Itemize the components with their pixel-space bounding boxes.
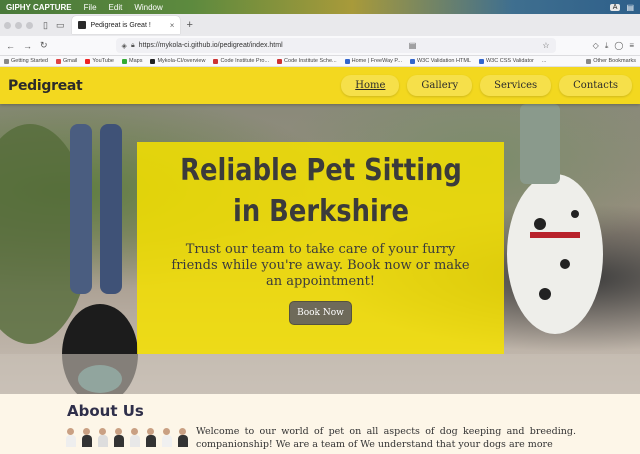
- team-member: [146, 428, 156, 448]
- control-center-icon[interactable]: ▤: [626, 3, 634, 12]
- nav-home[interactable]: Home: [341, 75, 400, 96]
- input-source-badge[interactable]: A: [609, 3, 621, 11]
- close-tab-icon[interactable]: ×: [170, 21, 175, 30]
- menu-window[interactable]: Window: [134, 3, 162, 12]
- pocket-icon[interactable]: ◇: [593, 41, 599, 51]
- shield-icon[interactable]: ◈: [122, 42, 127, 50]
- window-controls: [4, 21, 33, 29]
- bookmark-item[interactable]: W3C CSS Validator: [478, 58, 534, 64]
- about-text: Welcome to our world of pet on all aspec…: [196, 426, 576, 450]
- bookmark-item[interactable]: W3C Validation HTML: [409, 58, 471, 64]
- about-title: About Us: [67, 402, 144, 420]
- bookmark-item[interactable]: Gmail: [56, 58, 77, 64]
- app-menu-icon[interactable]: ≡: [629, 41, 634, 51]
- tab-favicon: [78, 21, 87, 29]
- team-member: [114, 428, 124, 448]
- other-bookmarks[interactable]: Other Bookmarks: [586, 58, 636, 64]
- site-header: Pedigreat Home Gallery Services Contacts: [0, 67, 640, 104]
- browser-tab-strip: ▯ ▭ Pedigreat is Great ! × +: [0, 14, 640, 36]
- browser-nav-bar: ← → ↻ ◈ 🔒︎ https://mykola-ci.github.io/p…: [0, 36, 640, 56]
- account-icon[interactable]: ◯: [614, 41, 623, 51]
- close-window-button[interactable]: [4, 21, 11, 29]
- hero-title: Reliable Pet Sitting in Berkshire: [179, 153, 462, 229]
- forward-arrow-icon[interactable]: →: [23, 41, 32, 51]
- hero-subtitle: Trust our team to take care of your furr…: [171, 242, 470, 289]
- downloads-icon[interactable]: ⤓: [605, 41, 609, 51]
- hero-section: Reliable Pet Sitting in Berkshire Trust …: [0, 104, 640, 394]
- url-text[interactable]: https://mykola-ci.github.io/pedigreat/in…: [139, 42, 283, 49]
- bookmark-item[interactable]: Getting Started: [4, 58, 48, 64]
- team-member: [66, 428, 76, 448]
- bookmark-star-icon[interactable]: ☆: [542, 41, 549, 50]
- team-member: [130, 428, 140, 448]
- nav-gallery[interactable]: Gallery: [407, 75, 473, 96]
- team-member: [178, 428, 188, 448]
- bookmark-item[interactable]: Mykola-CI/overview: [150, 58, 205, 64]
- team-member: [162, 428, 172, 448]
- app-name[interactable]: GIPHY CAPTURE: [6, 3, 72, 12]
- sidebar-toggle-icon[interactable]: ▯: [43, 20, 48, 31]
- bookmark-item[interactable]: YouTube: [85, 58, 114, 64]
- bookmark-item[interactable]: Code Institute Sche...: [277, 58, 337, 64]
- reload-icon[interactable]: ↻: [40, 40, 48, 51]
- bookmark-more[interactable]: ...: [542, 58, 547, 64]
- hero-overlay-box: Reliable Pet Sitting in Berkshire Trust …: [137, 142, 504, 354]
- website-viewport: Pedigreat Home Gallery Services Contacts: [0, 67, 640, 454]
- team-member: [98, 428, 108, 448]
- bookmarks-bar: Getting Started Gmail YouTube Maps Mykol…: [0, 56, 640, 67]
- bookmark-item[interactable]: Home | FreeWay P...: [344, 58, 402, 64]
- back-arrow-icon[interactable]: ←: [6, 41, 15, 51]
- book-now-button[interactable]: Book Now: [289, 301, 352, 325]
- bookmark-item[interactable]: Code Institute Pro...: [213, 58, 269, 64]
- maximize-window-button[interactable]: [26, 21, 33, 29]
- about-section: About Us Welcome to our world of pet on …: [0, 394, 640, 454]
- team-member: [82, 428, 92, 448]
- menu-file[interactable]: File: [84, 3, 97, 12]
- browser-tab-active[interactable]: Pedigreat is Great ! ×: [72, 16, 181, 34]
- bookmark-item[interactable]: Maps: [122, 58, 142, 64]
- os-menu-bar: GIPHY CAPTURE File Edit Window A ▤: [0, 0, 640, 14]
- nav-services[interactable]: Services: [480, 75, 552, 96]
- address-bar[interactable]: ◈ 🔒︎ https://mykola-ci.github.io/pedigre…: [115, 38, 556, 53]
- minimize-window-button[interactable]: [15, 21, 22, 29]
- reader-view-icon[interactable]: ▤: [409, 41, 417, 50]
- team-photo: [66, 428, 188, 448]
- menu-edit[interactable]: Edit: [109, 3, 123, 12]
- new-tab-icon[interactable]: +: [186, 19, 192, 31]
- tab-overview-icon[interactable]: ▭: [56, 20, 65, 31]
- nav-contacts[interactable]: Contacts: [559, 75, 632, 96]
- site-nav: Home Gallery Services Contacts: [341, 75, 632, 96]
- brand-logo[interactable]: Pedigreat: [8, 78, 83, 94]
- lock-icon[interactable]: 🔒︎: [131, 42, 135, 50]
- tab-title: Pedigreat is Great !: [90, 21, 151, 29]
